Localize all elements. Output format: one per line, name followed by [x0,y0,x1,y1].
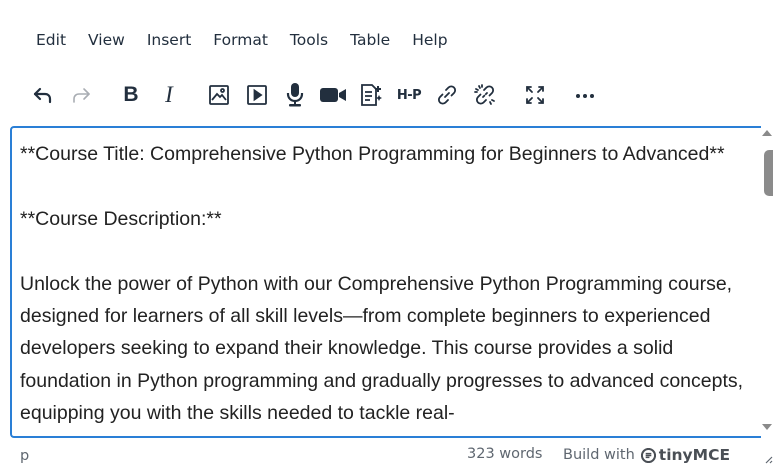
link-icon [437,85,457,105]
menu-insert[interactable]: Insert [136,27,202,53]
document-button[interactable] [352,77,390,113]
microphone-icon [286,83,304,107]
branding-prefix: Build with [563,447,635,463]
menubar: Edit View Insert Format Tools Table Help [24,26,459,54]
more-icon [576,94,594,98]
redo-button[interactable] [62,77,100,113]
fullscreen-button[interactable] [516,77,554,113]
statusbar: p 323 words Build with tinyMCE [0,440,773,465]
record-video-button[interactable] [314,77,352,113]
menu-tools[interactable]: Tools [279,27,339,53]
scroll-up-arrow-icon[interactable] [762,130,772,136]
insert-link-button[interactable] [428,77,466,113]
media-icon [247,85,267,105]
record-audio-button[interactable] [276,77,314,113]
rich-text-editor: Edit View Insert Format Tools Table Help… [0,0,773,465]
scrollbar-thumb[interactable] [764,150,773,196]
menu-edit[interactable]: Edit [24,27,77,53]
italic-button[interactable]: I [150,77,188,113]
element-path[interactable]: p [20,448,29,464]
editor-body[interactable]: **Course Title: Comprehensive Python Pro… [20,138,750,430]
insert-media-button[interactable] [238,77,276,113]
unlink-button[interactable] [466,77,504,113]
italic-icon: I [165,82,173,107]
undo-button[interactable] [24,77,62,113]
powered-by-branding[interactable]: Build with tinyMCE [563,446,730,464]
bold-button[interactable]: B [112,77,150,113]
paragraph-course-title[interactable]: **Course Title: Comprehensive Python Pro… [20,138,750,170]
scroll-down-arrow-icon[interactable] [762,424,772,430]
insert-image-button[interactable] [200,77,238,113]
unlink-icon [474,84,495,105]
tinymce-logo-icon [640,447,656,463]
more-options-button[interactable] [566,77,604,113]
resize-handle-icon[interactable] [763,454,773,464]
paragraph-course-description-heading[interactable]: **Course Description:** [20,203,750,235]
fullscreen-icon [526,86,544,104]
image-icon [209,85,229,105]
redo-icon [73,88,90,103]
document-add-icon [361,84,382,106]
video-camera-icon [320,88,346,102]
menu-view[interactable]: View [77,27,136,53]
undo-icon [33,87,52,104]
bold-icon: B [123,83,139,106]
toolbar: B I H-P [24,76,604,114]
editor-content-area[interactable]: **Course Title: Comprehensive Python Pro… [10,126,773,438]
paragraph-course-description-body[interactable]: Unlock the power of Python with our Comp… [20,268,750,430]
tinymce-logo: tinyMCE [640,446,731,464]
word-count[interactable]: 323 words [467,446,542,462]
branding-name: tinyMCE [658,446,731,464]
h5p-button[interactable]: H-P [390,77,428,113]
menu-table[interactable]: Table [339,27,401,53]
h5p-icon: H-P [396,87,422,103]
menu-help[interactable]: Help [401,27,458,53]
menu-format[interactable]: Format [202,27,279,53]
